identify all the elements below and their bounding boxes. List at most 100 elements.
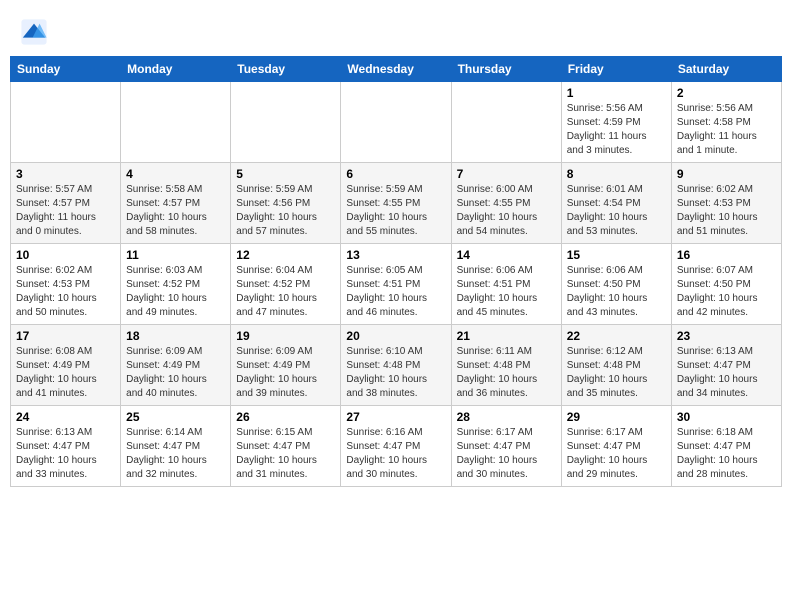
day-info: Sunrise: 6:14 AM Sunset: 4:47 PM Dayligh… <box>126 426 225 482</box>
day-info: Sunrise: 6:17 AM Sunset: 4:47 PM Dayligh… <box>567 426 666 482</box>
day-info: Sunrise: 6:15 AM Sunset: 4:47 PM Dayligh… <box>236 426 335 482</box>
week-row-1: 1Sunrise: 5:56 AM Sunset: 4:59 PM Daylig… <box>11 82 782 163</box>
calendar-cell: 6 Sunrise: 5:59 AM Sunset: 4:55 PM Daylig… <box>341 163 451 244</box>
calendar-cell: 5Sunrise: 5:59 AM Sunset: 4:56 PM Daylig… <box>231 163 341 244</box>
calendar-cell: 10 Sunrise: 6:02 AM Sunset: 4:53 PM Dayli… <box>11 244 121 325</box>
calendar-cell: 17Sunrise: 6:08 AM Sunset: 4:49 PM Dayli… <box>11 325 121 406</box>
day-number: 26 <box>236 410 335 424</box>
calendar-cell: 9 Sunrise: 6:02 AM Sunset: 4:53 PM Daylig… <box>671 163 781 244</box>
day-info: Sunrise: 5:59 AM Sunset: 4:56 PM Dayligh… <box>236 183 335 239</box>
day-info: Sunrise: 6:12 AM Sunset: 4:48 PM Dayligh… <box>567 345 666 401</box>
calendar-cell: 23 Sunrise: 6:13 AM Sunset: 4:47 PM Dayli… <box>671 325 781 406</box>
day-number: 23 <box>677 329 776 343</box>
day-info: Sunrise: 6:13 AM Sunset: 4:47 PM Dayligh… <box>16 426 115 482</box>
day-info: Sunrise: 6:05 AM Sunset: 4:51 PM Dayligh… <box>346 264 445 320</box>
day-number: 3 <box>16 167 115 181</box>
day-info: Sunrise: 5:59 AM Sunset: 4:55 PM Dayligh… <box>346 183 445 239</box>
day-number: 13 <box>346 248 445 262</box>
calendar-cell: 16 Sunrise: 6:07 AM Sunset: 4:50 PM Dayli… <box>671 244 781 325</box>
week-row-4: 17Sunrise: 6:08 AM Sunset: 4:49 PM Dayli… <box>11 325 782 406</box>
day-number: 16 <box>677 248 776 262</box>
weekday-header-thursday: Thursday <box>451 57 561 82</box>
day-number: 24 <box>16 410 115 424</box>
calendar-cell: 19 Sunrise: 6:09 AM Sunset: 4:49 PM Dayli… <box>231 325 341 406</box>
calendar-cell: 28Sunrise: 6:17 AM Sunset: 4:47 PM Dayli… <box>451 406 561 487</box>
day-info: Sunrise: 6:06 AM Sunset: 4:50 PM Dayligh… <box>567 264 666 320</box>
day-number: 18 <box>126 329 225 343</box>
weekday-header-saturday: Saturday <box>671 57 781 82</box>
calendar-cell: 15 Sunrise: 6:06 AM Sunset: 4:50 PM Dayli… <box>561 244 671 325</box>
day-number: 30 <box>677 410 776 424</box>
logo <box>20 18 52 46</box>
calendar-cell <box>451 82 561 163</box>
calendar-cell <box>11 82 121 163</box>
calendar-cell: 4 Sunrise: 5:58 AM Sunset: 4:57 PM Daylig… <box>121 163 231 244</box>
logo-icon <box>20 18 48 46</box>
calendar-cell: 24 Sunrise: 6:13 AM Sunset: 4:47 PM Dayli… <box>11 406 121 487</box>
calendar-cell: 13 Sunrise: 6:05 AM Sunset: 4:51 PM Dayli… <box>341 244 451 325</box>
day-number: 27 <box>346 410 445 424</box>
weekday-header-tuesday: Tuesday <box>231 57 341 82</box>
day-info: Sunrise: 6:18 AM Sunset: 4:47 PM Dayligh… <box>677 426 776 482</box>
calendar-cell: 11 Sunrise: 6:03 AM Sunset: 4:52 PM Dayli… <box>121 244 231 325</box>
page-header <box>10 10 782 50</box>
day-info: Sunrise: 6:02 AM Sunset: 4:53 PM Dayligh… <box>16 264 115 320</box>
day-number: 1 <box>567 86 666 100</box>
day-number: 8 <box>567 167 666 181</box>
weekday-header-row: SundayMondayTuesdayWednesdayThursdayFrid… <box>11 57 782 82</box>
day-info: Sunrise: 6:11 AM Sunset: 4:48 PM Dayligh… <box>457 345 556 401</box>
day-number: 22 <box>567 329 666 343</box>
calendar-cell: 21 Sunrise: 6:11 AM Sunset: 4:48 PM Dayli… <box>451 325 561 406</box>
weekday-header-monday: Monday <box>121 57 231 82</box>
day-info: Sunrise: 6:07 AM Sunset: 4:50 PM Dayligh… <box>677 264 776 320</box>
day-info: Sunrise: 6:13 AM Sunset: 4:47 PM Dayligh… <box>677 345 776 401</box>
calendar-cell: 22 Sunrise: 6:12 AM Sunset: 4:48 PM Dayli… <box>561 325 671 406</box>
weekday-header-friday: Friday <box>561 57 671 82</box>
day-number: 9 <box>677 167 776 181</box>
day-info: Sunrise: 6:09 AM Sunset: 4:49 PM Dayligh… <box>126 345 225 401</box>
day-number: 21 <box>457 329 556 343</box>
day-info: Sunrise: 6:09 AM Sunset: 4:49 PM Dayligh… <box>236 345 335 401</box>
day-info: Sunrise: 6:02 AM Sunset: 4:53 PM Dayligh… <box>677 183 776 239</box>
calendar-cell: 12Sunrise: 6:04 AM Sunset: 4:52 PM Dayli… <box>231 244 341 325</box>
day-number: 11 <box>126 248 225 262</box>
calendar-cell: 26 Sunrise: 6:15 AM Sunset: 4:47 PM Dayli… <box>231 406 341 487</box>
calendar-cell: 7Sunrise: 6:00 AM Sunset: 4:55 PM Daylig… <box>451 163 561 244</box>
week-row-5: 24 Sunrise: 6:13 AM Sunset: 4:47 PM Dayli… <box>11 406 782 487</box>
calendar-cell: 29 Sunrise: 6:17 AM Sunset: 4:47 PM Dayli… <box>561 406 671 487</box>
weekday-header-sunday: Sunday <box>11 57 121 82</box>
day-info: Sunrise: 6:00 AM Sunset: 4:55 PM Dayligh… <box>457 183 556 239</box>
day-info: Sunrise: 5:56 AM Sunset: 4:58 PM Dayligh… <box>677 102 776 158</box>
week-row-2: 3Sunrise: 5:57 AM Sunset: 4:57 PM Daylig… <box>11 163 782 244</box>
calendar-cell: 27 Sunrise: 6:16 AM Sunset: 4:47 PM Dayli… <box>341 406 451 487</box>
day-number: 19 <box>236 329 335 343</box>
calendar-cell: 30 Sunrise: 6:18 AM Sunset: 4:47 PM Dayli… <box>671 406 781 487</box>
day-info: Sunrise: 6:16 AM Sunset: 4:47 PM Dayligh… <box>346 426 445 482</box>
calendar-cell <box>231 82 341 163</box>
day-number: 6 <box>346 167 445 181</box>
day-number: 25 <box>126 410 225 424</box>
day-number: 29 <box>567 410 666 424</box>
day-number: 20 <box>346 329 445 343</box>
calendar-cell: 2 Sunrise: 5:56 AM Sunset: 4:58 PM Daylig… <box>671 82 781 163</box>
day-number: 10 <box>16 248 115 262</box>
day-info: Sunrise: 6:10 AM Sunset: 4:48 PM Dayligh… <box>346 345 445 401</box>
calendar-cell <box>341 82 451 163</box>
weekday-header-wednesday: Wednesday <box>341 57 451 82</box>
day-number: 14 <box>457 248 556 262</box>
calendar-cell: 18 Sunrise: 6:09 AM Sunset: 4:49 PM Dayli… <box>121 325 231 406</box>
day-number: 15 <box>567 248 666 262</box>
day-number: 2 <box>677 86 776 100</box>
day-info: Sunrise: 5:58 AM Sunset: 4:57 PM Dayligh… <box>126 183 225 239</box>
calendar-cell: 3Sunrise: 5:57 AM Sunset: 4:57 PM Daylig… <box>11 163 121 244</box>
calendar-table: SundayMondayTuesdayWednesdayThursdayFrid… <box>10 56 782 487</box>
day-number: 28 <box>457 410 556 424</box>
day-number: 17 <box>16 329 115 343</box>
day-info: Sunrise: 6:03 AM Sunset: 4:52 PM Dayligh… <box>126 264 225 320</box>
calendar-cell: 20 Sunrise: 6:10 AM Sunset: 4:48 PM Dayli… <box>341 325 451 406</box>
week-row-3: 10 Sunrise: 6:02 AM Sunset: 4:53 PM Dayli… <box>11 244 782 325</box>
calendar-cell: 14Sunrise: 6:06 AM Sunset: 4:51 PM Dayli… <box>451 244 561 325</box>
day-number: 4 <box>126 167 225 181</box>
day-info: Sunrise: 6:01 AM Sunset: 4:54 PM Dayligh… <box>567 183 666 239</box>
calendar-cell: 8 Sunrise: 6:01 AM Sunset: 4:54 PM Daylig… <box>561 163 671 244</box>
